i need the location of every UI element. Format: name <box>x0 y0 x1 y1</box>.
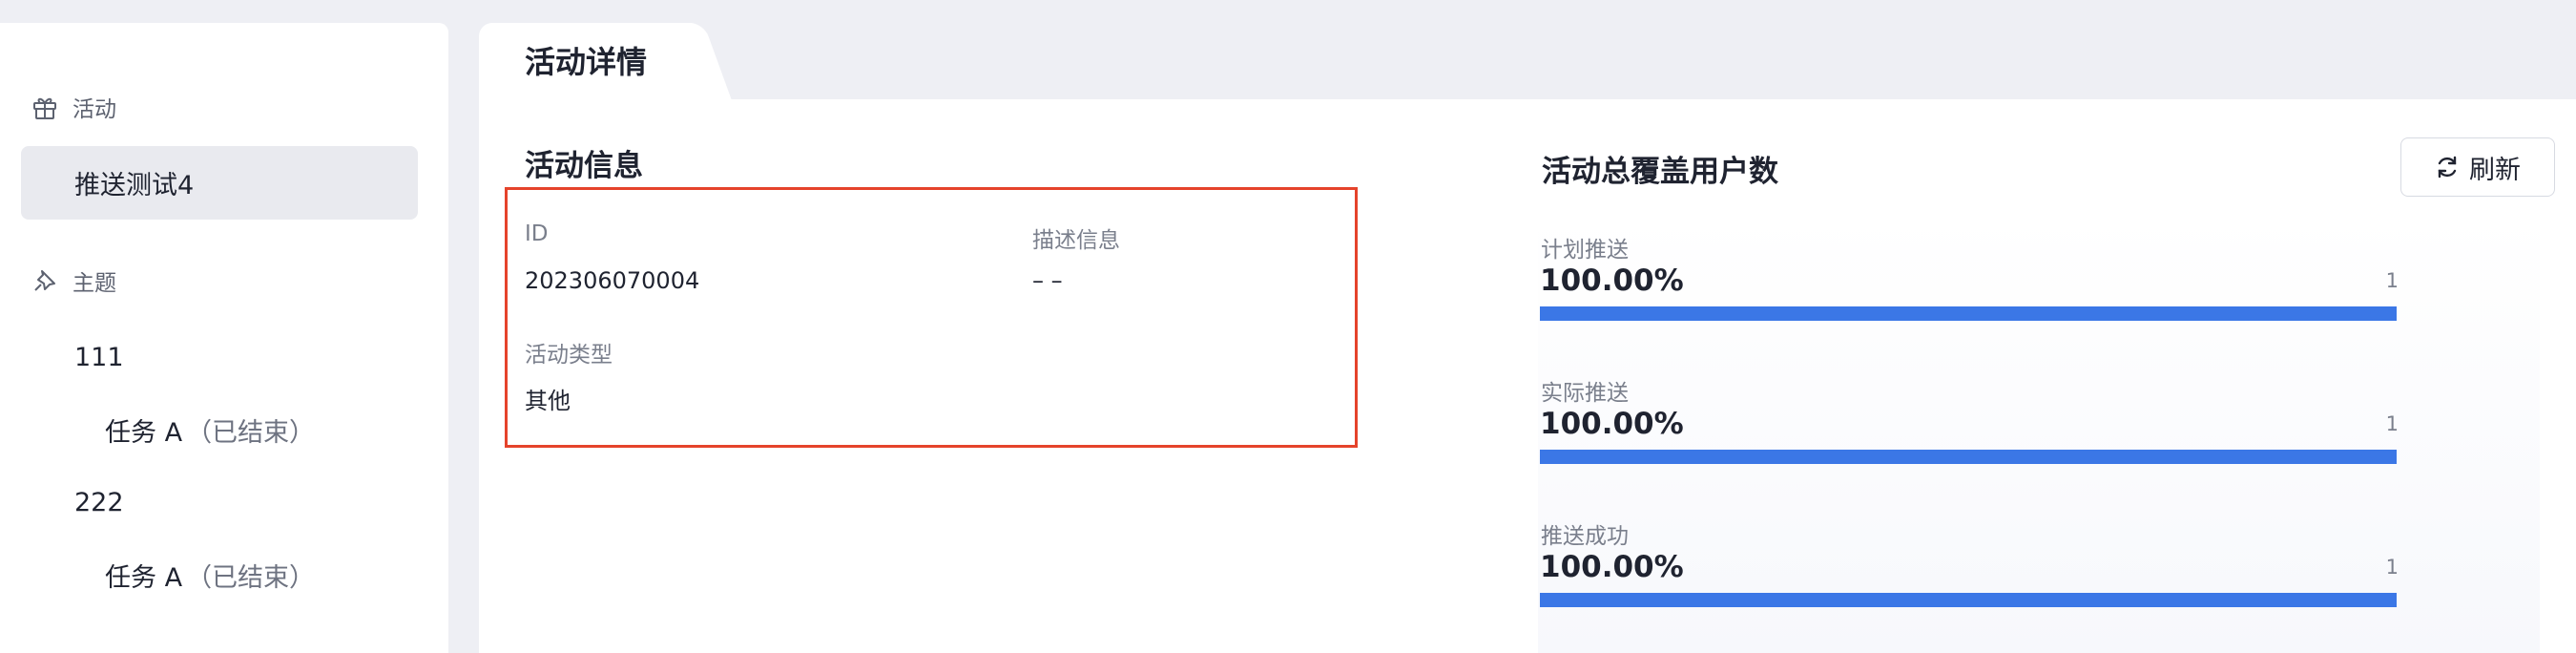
activity-type-label: 活动类型 <box>525 343 613 368</box>
progress-bar-actual <box>1540 450 2397 464</box>
main-panel: 活动详情 活动信息 ID 202306070004 描述信息 – – 活动类型 … <box>479 23 2576 653</box>
task-name: 任务 A <box>105 417 183 448</box>
activity-info-title: 活动信息 <box>525 149 643 183</box>
sidebar-item-active-activity[interactable]: 推送测试4 <box>21 146 418 220</box>
progress-fill <box>1540 306 2397 321</box>
metric-label-planned: 计划推送 <box>1541 238 1629 263</box>
id-label: ID <box>525 221 549 246</box>
id-value: 202306070004 <box>525 267 700 294</box>
sidebar-topic-222[interactable]: 222 <box>74 478 124 526</box>
metric-percent-actual: 100.00% <box>1540 407 1684 441</box>
description-label: 描述信息 <box>1032 228 1120 253</box>
metric-count-actual: 1 <box>2385 412 2399 435</box>
sidebar-section-label: 主题 <box>73 271 116 296</box>
pin-icon <box>31 266 59 295</box>
coverage-title: 活动总覆盖用户数 <box>1542 155 1778 189</box>
activity-info-box <box>505 187 1358 448</box>
sidebar: 活动 推送测试4 主题 111 任务 A （已结束） 222 任务 A （已结束… <box>0 23 448 653</box>
metric-percent-success: 100.00% <box>1540 550 1684 584</box>
description-value: – – <box>1032 267 1063 294</box>
metric-count-planned: 1 <box>2385 269 2399 292</box>
gift-icon <box>31 93 59 121</box>
sidebar-task-item[interactable]: 任务 A （已结束） <box>105 406 315 453</box>
task-status: （已结束） <box>186 562 316 593</box>
refresh-button[interactable]: 刷新 <box>2400 137 2555 197</box>
refresh-icon <box>2435 155 2460 179</box>
progress-bar-success <box>1540 593 2397 607</box>
progress-bar-planned <box>1540 306 2397 321</box>
progress-fill <box>1540 450 2397 464</box>
sidebar-task-item[interactable]: 任务 A （已结束） <box>105 551 315 599</box>
tab-label: 活动详情 <box>525 44 648 80</box>
task-name: 任务 A <box>105 562 183 593</box>
progress-fill <box>1540 593 2397 607</box>
metric-label-actual: 实际推送 <box>1541 381 1629 406</box>
tab-bar: 活动详情 <box>479 23 2576 99</box>
activity-type-value: 其他 <box>525 388 571 414</box>
task-status: （已结束） <box>186 417 316 448</box>
sidebar-section-label: 活动 <box>73 97 116 122</box>
metric-count-success: 1 <box>2385 556 2399 579</box>
refresh-label: 刷新 <box>2469 155 2521 185</box>
sidebar-section-activity: 活动 <box>31 88 116 126</box>
metric-label-success: 推送成功 <box>1541 524 1629 549</box>
metric-percent-planned: 100.00% <box>1540 263 1684 298</box>
sidebar-topic-111[interactable]: 111 <box>74 333 124 381</box>
sidebar-section-topic: 主题 <box>31 262 116 300</box>
